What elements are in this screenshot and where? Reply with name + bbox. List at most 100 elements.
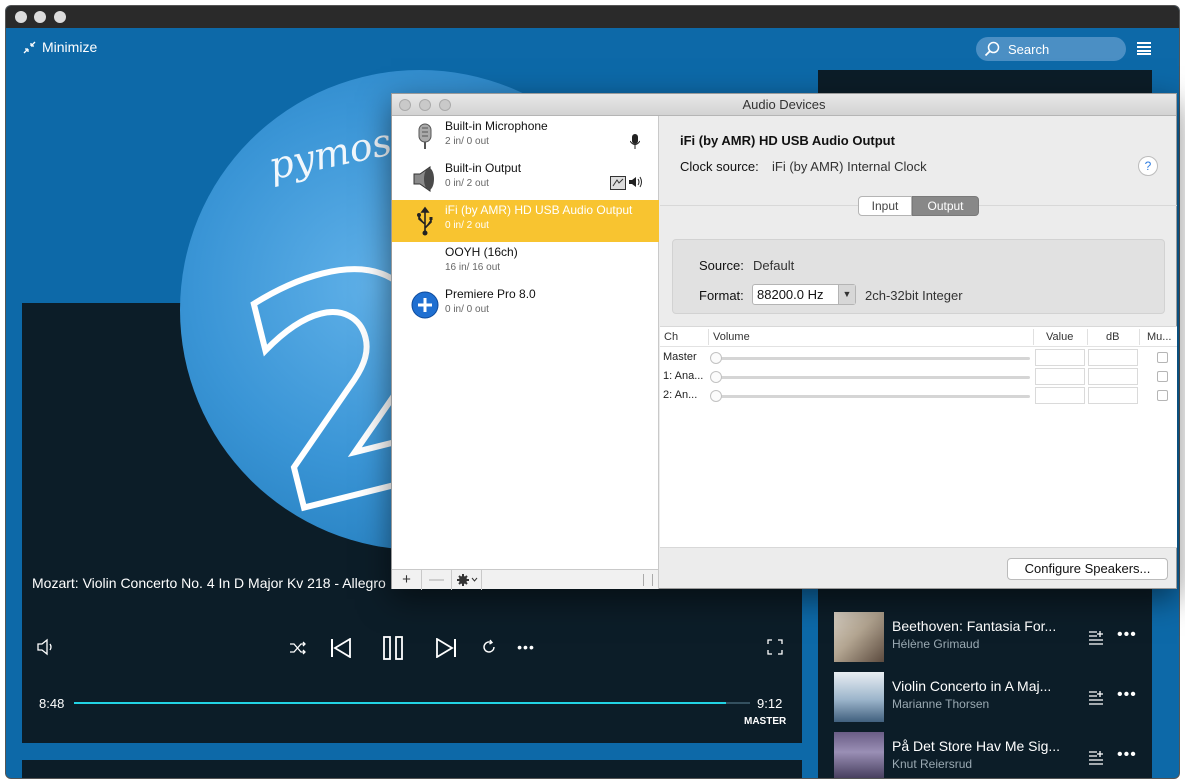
device-detail-panel: iFi (by AMR) HD USB Audio Output Clock s… bbox=[660, 116, 1177, 589]
player-panel-lower bbox=[22, 760, 802, 778]
dialog-minimize-button[interactable] bbox=[419, 99, 431, 111]
format-label: Format: bbox=[699, 288, 744, 303]
audio-devices-window: Audio Devices Built-in Microphone 2 in/ … bbox=[391, 93, 1177, 590]
dialog-titlebar: Audio Devices bbox=[392, 94, 1176, 116]
configure-speakers-button[interactable]: Configure Speakers... bbox=[1007, 558, 1168, 580]
pause-icon bbox=[383, 636, 403, 660]
queue-item[interactable]: Beethoven: Fantasia For... Hélène Grimau… bbox=[834, 612, 1152, 664]
resize-handle[interactable] bbox=[643, 573, 653, 586]
volume-button[interactable] bbox=[36, 637, 56, 657]
skip-forward-icon bbox=[436, 638, 456, 658]
usb-icon bbox=[417, 206, 433, 236]
elapsed-time: 8:48 bbox=[39, 696, 65, 711]
search-input[interactable]: Search bbox=[976, 37, 1126, 61]
add-to-queue-icon[interactable] bbox=[1088, 690, 1104, 706]
fullscreen-button[interactable] bbox=[766, 638, 784, 656]
album-thumbnail bbox=[834, 732, 884, 778]
hamburger-menu-icon[interactable] bbox=[1137, 41, 1151, 55]
value-field[interactable] bbox=[1035, 368, 1085, 385]
progress-bar[interactable] bbox=[74, 702, 750, 704]
queue-item-artist: Knut Reiersrud bbox=[892, 757, 973, 771]
channel-name: Master bbox=[663, 351, 697, 363]
db-field[interactable] bbox=[1088, 349, 1138, 366]
device-name: iFi (by AMR) HD USB Audio Output bbox=[445, 203, 633, 217]
expand-icon bbox=[767, 639, 783, 655]
help-button[interactable]: ? bbox=[1138, 156, 1158, 176]
device-list: Built-in Microphone 2 in/ 0 out Built-in… bbox=[392, 116, 659, 569]
now-playing-title: Mozart: Violin Concerto No. 4 In D Major… bbox=[32, 575, 386, 591]
tab-output[interactable]: Output bbox=[912, 196, 979, 216]
format-select[interactable]: 88200.0 Hz ▼ bbox=[752, 284, 856, 305]
progress-fill bbox=[74, 702, 727, 704]
repeat-icon bbox=[483, 639, 495, 653]
device-item-premiere-pro[interactable]: Premiere Pro 8.0 0 in/ 0 out bbox=[392, 284, 659, 326]
device-io: 16 in/ 16 out bbox=[445, 262, 501, 273]
minimize-window-button[interactable] bbox=[34, 11, 46, 23]
more-options-button[interactable]: ••• bbox=[514, 639, 538, 655]
speaker-icon bbox=[413, 166, 434, 192]
queue-item[interactable]: Violin Concerto in A Maj... Marianne Tho… bbox=[834, 672, 1152, 724]
zoom-window-button[interactable] bbox=[54, 11, 66, 23]
ellipsis-icon[interactable]: ••• bbox=[1117, 746, 1137, 764]
value-field[interactable] bbox=[1035, 349, 1085, 366]
remove-device-button[interactable]: — bbox=[422, 569, 452, 590]
column-header-ch: Ch bbox=[664, 331, 679, 343]
search-placeholder: Search bbox=[1008, 41, 1050, 57]
repeat-button[interactable] bbox=[480, 638, 498, 656]
dialog-zoom-button[interactable] bbox=[439, 99, 451, 111]
queue-item-title: Beethoven: Fantasia For... bbox=[892, 618, 1057, 634]
add-to-queue-icon[interactable] bbox=[1088, 630, 1104, 646]
table-row: 1: Ana... bbox=[660, 367, 1177, 386]
pause-button[interactable] bbox=[382, 635, 404, 661]
add-device-button[interactable]: + bbox=[392, 569, 422, 590]
device-item-ifi-usb-audio[interactable]: iFi (by AMR) HD USB Audio Output 0 in/ 2… bbox=[392, 200, 659, 242]
device-name: Premiere Pro 8.0 bbox=[445, 287, 536, 301]
device-item-built-in-output[interactable]: Built-in Output 0 in/ 2 out bbox=[392, 158, 659, 200]
queue-item-title: Violin Concerto in A Maj... bbox=[892, 678, 1052, 694]
ellipsis-icon: ••• bbox=[517, 639, 535, 655]
system-output-badge-icon bbox=[610, 176, 626, 190]
device-name: Built-in Output bbox=[445, 161, 522, 175]
tab-input[interactable]: Input bbox=[858, 196, 912, 216]
output-zone-label[interactable]: MASTER bbox=[744, 716, 786, 727]
volume-slider[interactable] bbox=[710, 371, 1030, 383]
next-track-button[interactable] bbox=[434, 637, 458, 659]
mute-checkbox[interactable] bbox=[1157, 390, 1168, 401]
dialog-title: Audio Devices bbox=[742, 97, 826, 112]
volume-slider[interactable] bbox=[710, 390, 1030, 402]
microphone-badge-icon bbox=[630, 134, 640, 149]
value-field[interactable] bbox=[1035, 387, 1085, 404]
device-item-built-in-microphone[interactable]: Built-in Microphone 2 in/ 0 out bbox=[392, 116, 659, 158]
mute-checkbox[interactable] bbox=[1157, 352, 1168, 363]
db-field[interactable] bbox=[1088, 368, 1138, 385]
device-list-toolbar: + — bbox=[392, 569, 659, 590]
slider-knob[interactable] bbox=[710, 352, 722, 364]
channel-name: 1: Ana... bbox=[663, 370, 704, 382]
search-icon bbox=[984, 41, 1000, 57]
dialog-close-button[interactable] bbox=[399, 99, 411, 111]
mute-checkbox[interactable] bbox=[1157, 371, 1168, 382]
device-actions-button[interactable] bbox=[452, 569, 482, 590]
column-header-volume: Volume bbox=[713, 331, 750, 343]
volume-slider[interactable] bbox=[710, 352, 1030, 364]
add-to-queue-icon[interactable] bbox=[1088, 750, 1104, 766]
previous-track-button[interactable] bbox=[329, 637, 353, 659]
plus-circle-icon bbox=[411, 291, 439, 319]
device-io: 0 in/ 0 out bbox=[445, 304, 489, 315]
clock-source-label: Clock source: bbox=[680, 159, 759, 174]
source-label: Source: bbox=[699, 258, 744, 273]
db-field[interactable] bbox=[1088, 387, 1138, 404]
shuffle-button[interactable] bbox=[288, 639, 308, 657]
minimize-button[interactable]: Minimize bbox=[23, 39, 97, 55]
ellipsis-icon[interactable]: ••• bbox=[1117, 626, 1137, 644]
queue-item[interactable]: På Det Store Hav Me Sig... Knut Reiersru… bbox=[834, 732, 1152, 778]
shuffle-icon bbox=[290, 641, 306, 655]
close-window-button[interactable] bbox=[15, 11, 27, 23]
column-header-mute: Mu... bbox=[1147, 331, 1172, 343]
volume-table-header: Ch Volume Value dB Mu... bbox=[660, 327, 1177, 347]
queue-item-artist: Marianne Thorsen bbox=[892, 697, 990, 711]
slider-knob[interactable] bbox=[710, 371, 722, 383]
device-item-ooyh[interactable]: OOYH (16ch) 16 in/ 16 out bbox=[392, 242, 659, 284]
ellipsis-icon[interactable]: ••• bbox=[1117, 686, 1137, 704]
slider-knob[interactable] bbox=[710, 390, 722, 402]
